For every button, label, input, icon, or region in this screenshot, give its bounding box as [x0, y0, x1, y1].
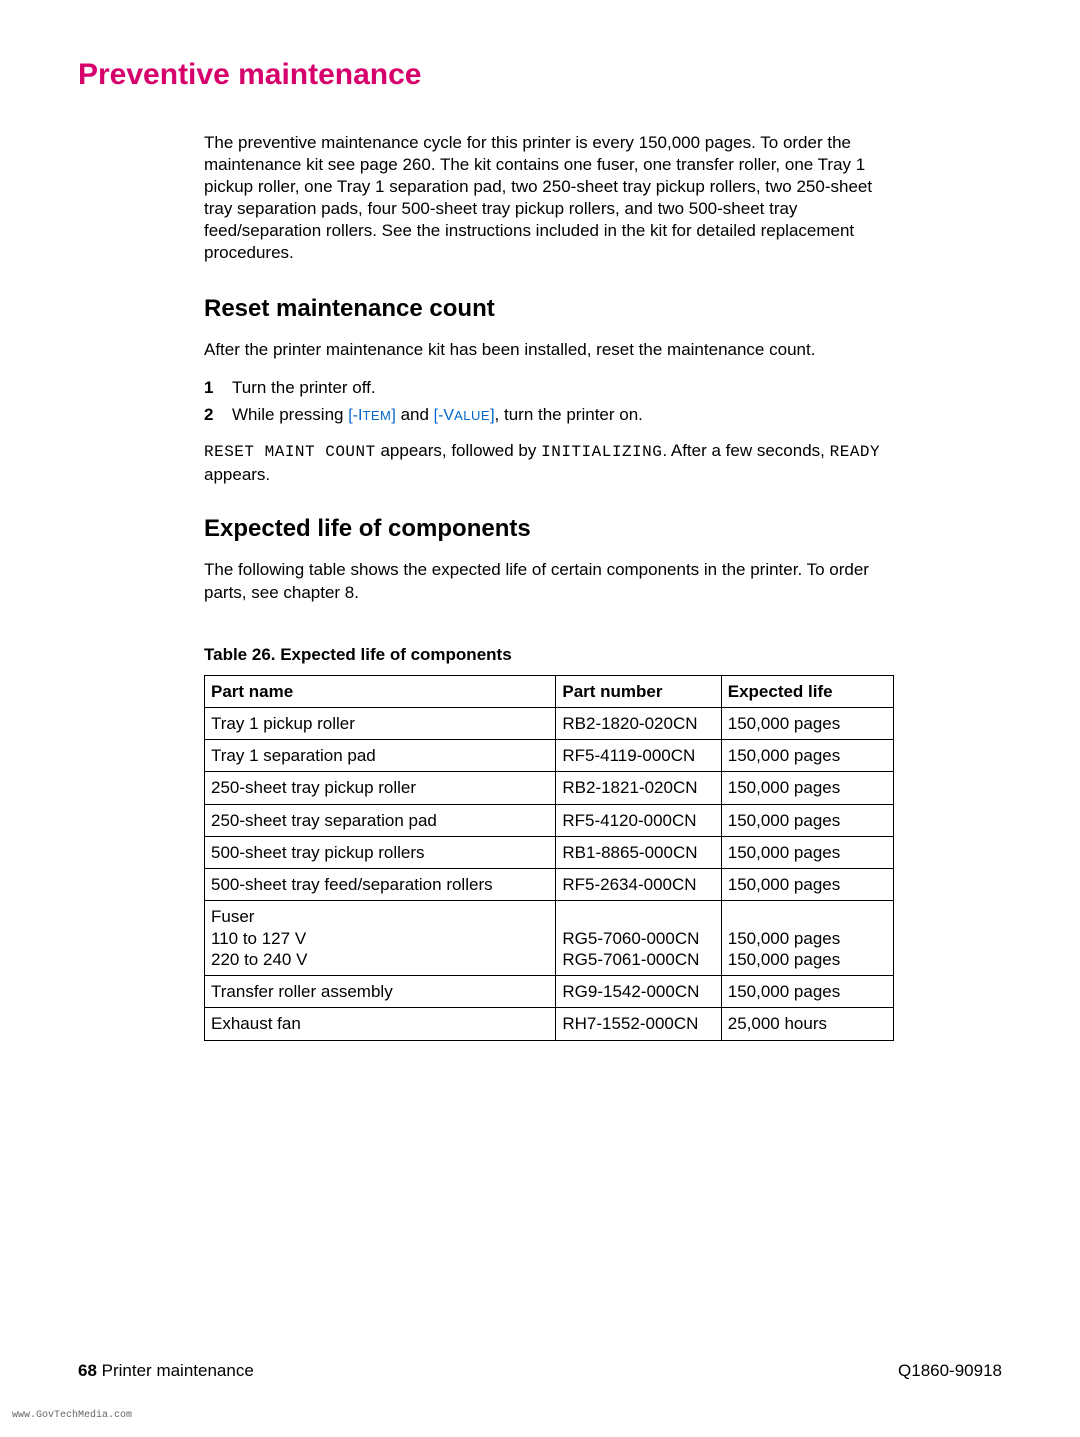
step-text: While pressing [-ITEM] and [-VALUE], tur… — [232, 401, 643, 429]
reset-result: RESET MAINT COUNT appears, followed by I… — [204, 440, 894, 487]
table-row: Tray 1 separation pad RF5-4119-000CN 150… — [205, 740, 894, 772]
table-row: 250-sheet tray separation pad RF5-4120-0… — [205, 804, 894, 836]
cell-part-name: Transfer roller assembly — [205, 976, 556, 1008]
cell-part-name: Tray 1 pickup roller — [205, 707, 556, 739]
lcd-text: INITIALIZING — [541, 443, 662, 461]
table-row: Tray 1 pickup roller RB2-1820-020CN 150,… — [205, 707, 894, 739]
cell-part-name: 500-sheet tray feed/separation rollers — [205, 869, 556, 901]
cell-part-number: RF5-4119-000CN — [556, 740, 721, 772]
step-text-frag: , turn the printer on. — [495, 405, 643, 424]
table-caption: Table 26. Expected life of components — [204, 645, 894, 665]
key-item: [-ITEM] — [348, 407, 396, 424]
page-footer: 68 Printer maintenance Q1860-90918 — [78, 1361, 1002, 1381]
expected-life-lead: The following table shows the expected l… — [204, 559, 894, 605]
table-row: Exhaust fan RH7-1552-000CN 25,000 hours — [205, 1008, 894, 1040]
cell-part-number: RH7-1552-000CN — [556, 1008, 721, 1040]
cell-expected-life: 150,000 pages 150,000 pages — [721, 901, 893, 976]
step-text-frag: and — [396, 405, 434, 424]
cell-expected-life: 25,000 hours — [721, 1008, 893, 1040]
cell-part-number: RB2-1820-020CN — [556, 707, 721, 739]
footer-left: 68 Printer maintenance — [78, 1361, 254, 1381]
cell-part-number: RG5-7060-000CN RG5-7061-000CN — [556, 901, 721, 976]
parts-table: Part name Part number Expected life Tray… — [204, 675, 894, 1041]
watermark: www.GovTechMedia.com — [12, 1410, 132, 1421]
table-row: Fuser 110 to 127 V 220 to 240 V RG5-7060… — [205, 901, 894, 976]
step-number: 2 — [204, 401, 232, 429]
cell-part-number: RF5-4120-000CN — [556, 804, 721, 836]
cell-expected-life: 150,000 pages — [721, 836, 893, 868]
page-title: Preventive maintenance — [78, 58, 1002, 92]
cell-part-name: 250-sheet tray separation pad — [205, 804, 556, 836]
cell-part-number: RG9-1542-000CN — [556, 976, 721, 1008]
col-part-number: Part number — [556, 675, 721, 707]
table-row: 500-sheet tray pickup rollers RB1-8865-0… — [205, 836, 894, 868]
cell-expected-life: 150,000 pages — [721, 707, 893, 739]
footer-docnum: Q1860-90918 — [898, 1361, 1002, 1381]
cell-expected-life: 150,000 pages — [721, 869, 893, 901]
footer-section: Printer maintenance — [97, 1361, 254, 1380]
cell-expected-life: 150,000 pages — [721, 804, 893, 836]
section-heading-reset: Reset maintenance count — [204, 295, 894, 323]
table-row: 500-sheet tray feed/separation rollers R… — [205, 869, 894, 901]
col-part-name: Part name — [205, 675, 556, 707]
cell-part-number: RB2-1821-020CN — [556, 772, 721, 804]
reset-steps: 1 Turn the printer off. 2 While pressing… — [204, 374, 894, 429]
content-column: The preventive maintenance cycle for thi… — [204, 132, 894, 1041]
col-expected-life: Expected life — [721, 675, 893, 707]
cell-part-name: 500-sheet tray pickup rollers — [205, 836, 556, 868]
cell-expected-life: 150,000 pages — [721, 740, 893, 772]
intro-paragraph: The preventive maintenance cycle for thi… — [204, 132, 894, 265]
page-number: 68 — [78, 1361, 97, 1380]
lcd-text: READY — [830, 443, 881, 461]
cell-part-number: RB1-8865-000CN — [556, 836, 721, 868]
lcd-text: RESET MAINT COUNT — [204, 443, 376, 461]
cell-part-name: Exhaust fan — [205, 1008, 556, 1040]
list-item: 2 While pressing [-ITEM] and [-VALUE], t… — [204, 401, 894, 429]
cell-expected-life: 150,000 pages — [721, 976, 893, 1008]
table-row: 250-sheet tray pickup roller RB2-1821-02… — [205, 772, 894, 804]
table-body: Tray 1 pickup roller RB2-1820-020CN 150,… — [205, 707, 894, 1040]
reset-lead: After the printer maintenance kit has be… — [204, 339, 894, 362]
page: Preventive maintenance The preventive ma… — [0, 0, 1080, 1437]
cell-part-number: RF5-2634-000CN — [556, 869, 721, 901]
list-item: 1 Turn the printer off. — [204, 374, 894, 401]
cell-part-name: Tray 1 separation pad — [205, 740, 556, 772]
step-text: Turn the printer off. — [232, 374, 376, 401]
cell-part-name: Fuser 110 to 127 V 220 to 240 V — [205, 901, 556, 976]
key-value: [-VALUE] — [434, 407, 495, 424]
cell-part-name: 250-sheet tray pickup roller — [205, 772, 556, 804]
section-heading-expected-life: Expected life of components — [204, 515, 894, 543]
table-row: Transfer roller assembly RG9-1542-000CN … — [205, 976, 894, 1008]
step-text-frag: While pressing — [232, 405, 348, 424]
step-number: 1 — [204, 374, 232, 401]
cell-expected-life: 150,000 pages — [721, 772, 893, 804]
table-header-row: Part name Part number Expected life — [205, 675, 894, 707]
